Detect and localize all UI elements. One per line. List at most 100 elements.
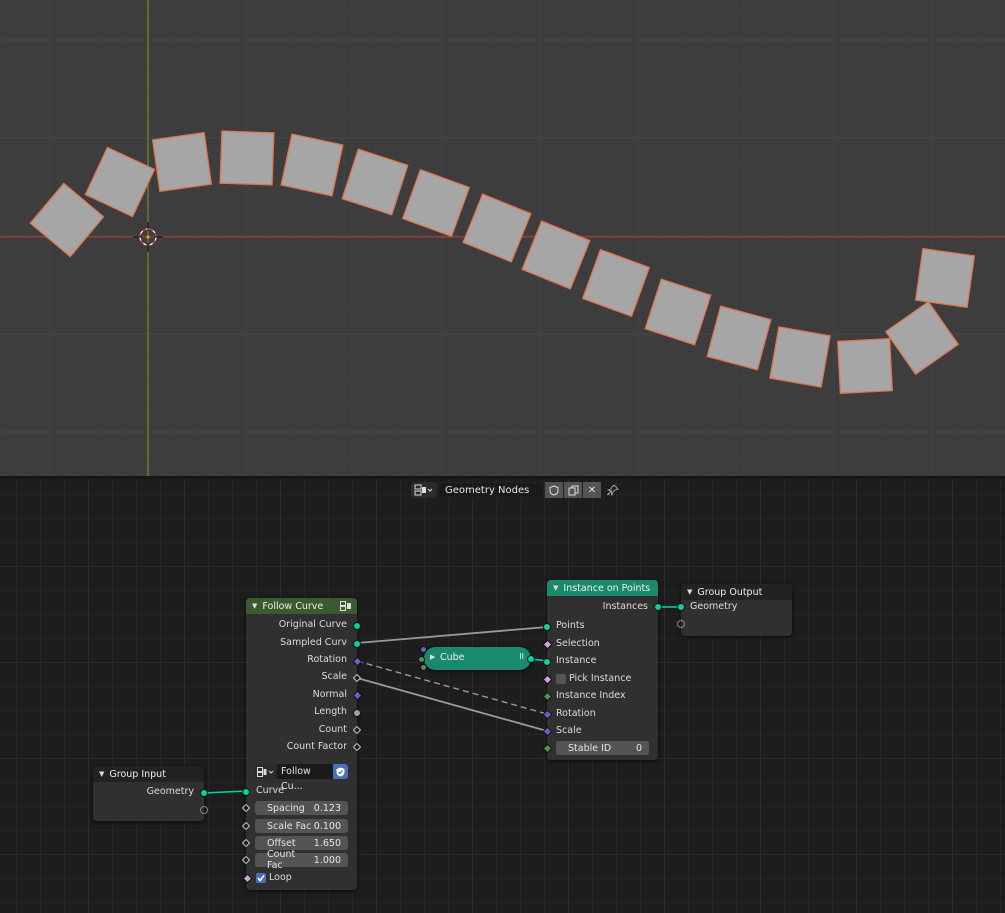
shield-icon xyxy=(549,484,559,496)
group-output-header[interactable]: ▼ Group Output xyxy=(681,584,792,600)
stable-id-field[interactable]: Stable ID 0 xyxy=(556,741,649,755)
unlink-button[interactable]: ✕ xyxy=(583,482,601,498)
socket-length[interactable] xyxy=(353,709,361,717)
stable-id-label: Stable ID xyxy=(568,742,612,754)
cube-title: Cube xyxy=(440,652,465,663)
instance-on-points-node[interactable]: ▼ Instance on Points Instances Points Se… xyxy=(547,580,658,760)
expand-triangle-icon[interactable]: ▶ xyxy=(430,653,435,661)
socket-group-output-geometry[interactable] xyxy=(677,603,685,611)
count-factor-field[interactable]: Count Fac 1.000 xyxy=(255,849,348,871)
curve-instance-cube xyxy=(219,130,275,186)
node-group-name[interactable]: Follow Cu... xyxy=(277,764,333,792)
curve-instance-cube xyxy=(581,248,651,318)
curve-instance-cube xyxy=(401,168,471,238)
node-group-selector[interactable]: Follow Cu... xyxy=(255,764,348,792)
input-selection: Selection xyxy=(556,638,600,649)
follow-curve-node[interactable]: ▼ Follow Curve Original Curve Sampled Cu… xyxy=(246,598,357,890)
duplicate-button[interactable] xyxy=(564,482,582,498)
input-points: Points xyxy=(556,620,585,631)
collapse-triangle-icon[interactable]: ▼ xyxy=(553,584,558,592)
socket-sampled-curve[interactable] xyxy=(353,640,361,648)
curve-instance-cube xyxy=(462,193,532,263)
loop-checkbox[interactable] xyxy=(256,873,266,883)
pin-icon xyxy=(607,484,619,496)
curve-instance-cube xyxy=(341,148,409,216)
instance-on-points-header[interactable]: ▼ Instance on Points xyxy=(547,580,658,596)
collapse-triangle-icon[interactable]: ▼ xyxy=(99,770,104,778)
socket-instances-out[interactable] xyxy=(654,603,662,611)
spacing-field[interactable]: Spacing 0.123 xyxy=(255,801,348,815)
socket-original-curve[interactable] xyxy=(353,622,361,630)
node-group-browse[interactable] xyxy=(255,764,277,779)
follow-curve-title: Follow Curve xyxy=(262,600,324,612)
output-original-curve: Original Curve xyxy=(278,619,347,630)
output-count-factor: Count Factor xyxy=(286,741,347,752)
group-output-node[interactable]: ▼ Group Output Geometry xyxy=(681,584,792,636)
curve-instance-cube xyxy=(769,326,831,388)
group-input-title: Group Input xyxy=(109,768,166,780)
curve-instance-cube xyxy=(151,131,213,193)
offset-field[interactable]: Offset 1.650 xyxy=(255,836,348,850)
cube-output-socket[interactable] xyxy=(527,655,535,663)
curve-instance-cube xyxy=(521,220,591,290)
socket-instance-in[interactable] xyxy=(543,658,551,666)
socket-group-output-empty[interactable] xyxy=(677,620,685,628)
socket-points-in[interactable] xyxy=(543,623,551,631)
input-rotation: Rotation xyxy=(556,708,596,719)
collapse-triangle-icon[interactable]: ▼ xyxy=(687,588,692,596)
output-count: Count xyxy=(318,724,347,735)
output-sampled-curve: Sampled Curv xyxy=(280,637,347,648)
node-tree-icon xyxy=(414,484,433,496)
cube-input-socket-1[interactable] xyxy=(420,646,427,653)
count-factor-value: 1.000 xyxy=(313,854,341,866)
collapse-triangle-icon[interactable]: ▼ xyxy=(252,602,257,610)
curve-instance-cube xyxy=(84,146,156,218)
output-normal: Normal xyxy=(312,689,347,700)
instance-on-points-title: Instance on Points xyxy=(563,582,651,594)
curve-instance-cube xyxy=(884,300,960,376)
checkmark-icon xyxy=(257,875,265,882)
follow-curve-header[interactable]: ▼ Follow Curve xyxy=(246,598,357,614)
duplicate-icon xyxy=(568,485,578,495)
viewport-canvas[interactable] xyxy=(0,0,1005,477)
group-output-title: Group Output xyxy=(697,586,763,598)
spacing-label: Spacing xyxy=(267,802,305,814)
fake-user-toggle[interactable] xyxy=(333,764,348,779)
loop-label: Loop xyxy=(269,872,292,883)
curve-instance-cube xyxy=(706,305,772,371)
curve-instance-cube xyxy=(836,337,894,395)
node-editor[interactable] xyxy=(0,479,1005,913)
group-input-node[interactable]: ▼ Group Input Geometry xyxy=(93,766,204,821)
3d-cursor-center xyxy=(146,235,150,239)
node-group-icon xyxy=(340,601,351,611)
node-tree-name-field[interactable]: Geometry Nodes xyxy=(438,482,544,498)
curve-instance-cube xyxy=(644,278,712,346)
group-input-header[interactable]: ▼ Group Input xyxy=(93,766,204,782)
scale-factor-value: 0.100 xyxy=(313,820,341,832)
pin-button[interactable] xyxy=(604,482,622,498)
socket-group-input-empty[interactable] xyxy=(200,806,208,814)
input-curve: Curve xyxy=(256,785,285,796)
input-instance: Instance xyxy=(556,655,597,666)
cube-node[interactable]: ▶ Cube II xyxy=(424,647,531,670)
input-instance-index: Instance Index xyxy=(556,690,626,701)
node-tree-type-dropdown[interactable] xyxy=(411,482,437,498)
cube-input-socket-3[interactable] xyxy=(420,664,427,671)
close-icon: ✕ xyxy=(587,484,597,496)
fake-user-button[interactable] xyxy=(545,482,563,498)
input-pick-instance: Pick Instance xyxy=(569,673,632,684)
output-rotation: Rotation xyxy=(307,654,347,665)
offset-value: 1.650 xyxy=(313,837,341,849)
stable-id-value: 0 xyxy=(635,742,642,754)
cube-input-socket-2[interactable] xyxy=(418,656,425,663)
pick-instance-checkbox[interactable] xyxy=(556,674,566,684)
hidden-sockets-icon: II xyxy=(519,652,524,661)
socket-input-curve[interactable] xyxy=(242,788,250,796)
shield-check-icon xyxy=(336,767,345,776)
scale-factor-field[interactable]: Scale Fac 0.100 xyxy=(255,819,348,833)
offset-label: Offset xyxy=(267,837,296,849)
group-input-geometry: Geometry xyxy=(146,786,194,797)
group-output-geometry: Geometry xyxy=(690,601,738,612)
socket-group-input-geometry[interactable] xyxy=(200,789,208,797)
3d-viewport[interactable] xyxy=(0,0,1005,477)
